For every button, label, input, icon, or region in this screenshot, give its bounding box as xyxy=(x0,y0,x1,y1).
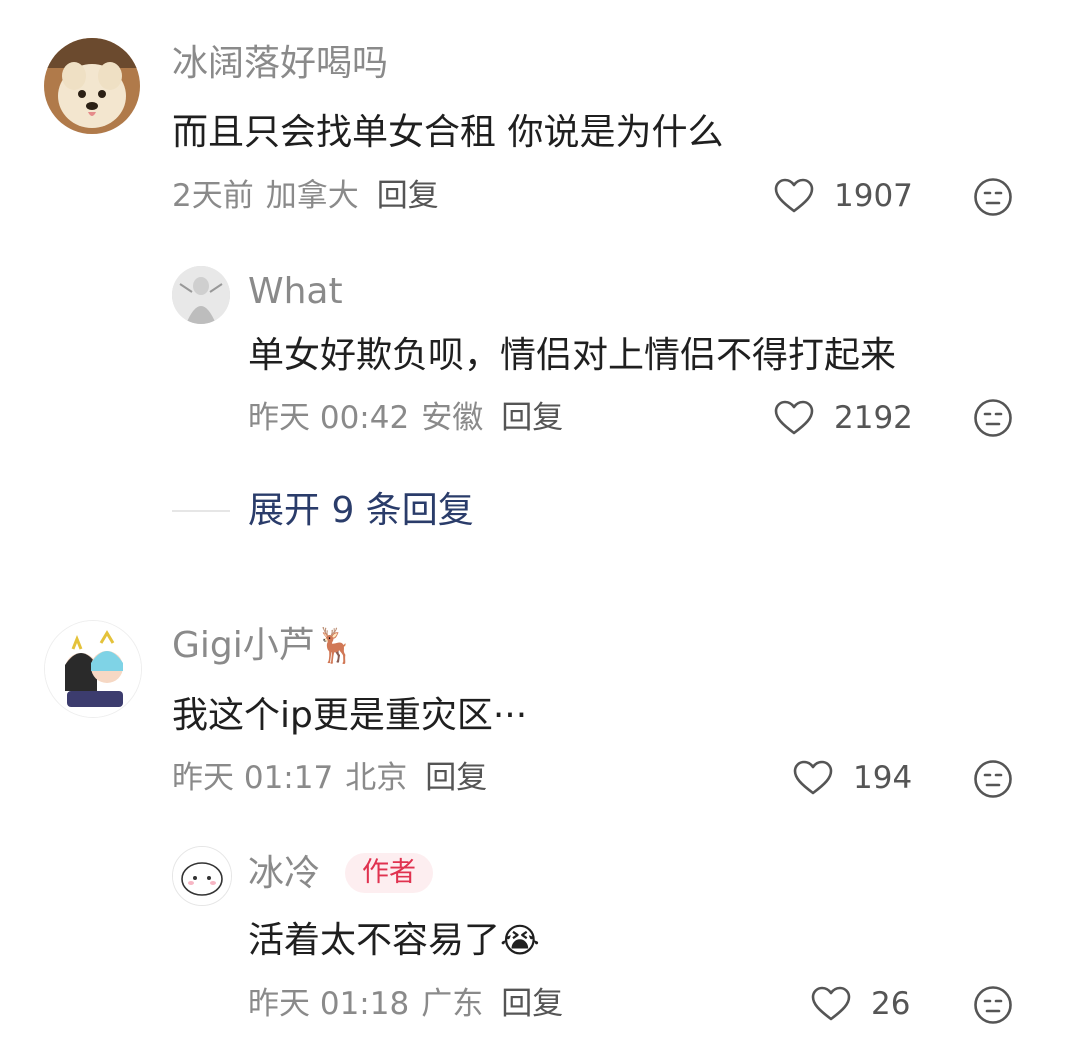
comment-username[interactable]: 冰阔落好喝吗 xyxy=(172,42,388,86)
neutral-face-icon xyxy=(974,760,1012,798)
reply-text: 单女好欺负呗，情侣对上情侣不得打起来 xyxy=(248,335,897,376)
react-button[interactable] xyxy=(973,759,1013,799)
comment-time: 昨天 01:17 xyxy=(172,760,334,796)
comment-location: 北京 xyxy=(345,760,408,796)
avatar-dog[interactable] xyxy=(44,38,140,134)
neutral-face-icon xyxy=(974,178,1012,216)
like-button[interactable]: 2192 xyxy=(774,398,913,438)
like-button[interactable]: 1907 xyxy=(774,176,913,216)
reply-button[interactable]: 回复 xyxy=(377,178,439,214)
reply-username[interactable]: What xyxy=(248,270,343,314)
neutral-face-icon xyxy=(974,399,1012,437)
reply-time: 昨天 01:18 xyxy=(248,986,410,1022)
react-button[interactable] xyxy=(973,398,1013,438)
author-badge: 作者 xyxy=(345,853,433,893)
reply-location: 安徽 xyxy=(421,400,484,436)
like-count: 194 xyxy=(853,760,913,796)
reply-button[interactable]: 回复 xyxy=(501,986,563,1022)
like-count: 26 xyxy=(871,986,911,1022)
neutral-face-icon xyxy=(974,986,1012,1024)
reply-location: 广东 xyxy=(421,986,484,1022)
heart-outline-icon xyxy=(793,760,833,795)
like-count: 1907 xyxy=(834,178,913,214)
like-button[interactable]: 194 xyxy=(793,758,912,798)
reply-meta: 昨天 00:42 安徽 回复 xyxy=(248,398,563,438)
like-count: 2192 xyxy=(834,400,913,436)
like-button[interactable]: 26 xyxy=(811,984,910,1024)
reply-text: 活着太不容易了😭 xyxy=(248,918,540,964)
reply-meta: 昨天 01:18 广东 回复 xyxy=(248,984,563,1024)
react-button[interactable] xyxy=(973,177,1013,217)
crying-emoji: 😭 xyxy=(500,921,540,961)
username-text: Gigi小芦 xyxy=(172,625,315,666)
avatar-reply-what[interactable] xyxy=(172,266,230,324)
react-button[interactable] xyxy=(973,985,1013,1025)
reply-button[interactable]: 回复 xyxy=(425,760,487,796)
avatar-author[interactable] xyxy=(172,846,232,906)
heart-outline-icon xyxy=(774,178,814,213)
expand-divider xyxy=(172,510,230,512)
reply-username[interactable]: 冰冷 xyxy=(248,852,320,896)
reply-button[interactable]: 回复 xyxy=(501,400,563,436)
comment-time: 2天前 xyxy=(172,178,254,214)
heart-outline-icon xyxy=(774,400,814,435)
reply-time: 昨天 00:42 xyxy=(248,400,410,436)
comment-text: 我这个ip更是重灾区··· xyxy=(172,695,528,736)
comment-location: 加拿大 xyxy=(265,178,359,214)
deer-emoji: 🦌 xyxy=(314,626,358,666)
expand-replies-button[interactable]: 展开 9 条回复 xyxy=(248,489,474,533)
heart-outline-icon xyxy=(811,986,851,1021)
comment-text: 而且只会找单女合租 你说是为什么 xyxy=(172,112,724,153)
reply-text-content: 活着太不容易了 xyxy=(248,920,501,961)
comment-meta: 2天前 加拿大 回复 xyxy=(172,176,439,216)
avatar-gigi[interactable] xyxy=(44,620,142,718)
comment-username[interactable]: Gigi小芦🦌 xyxy=(172,624,357,668)
comment-meta: 昨天 01:17 北京 回复 xyxy=(172,758,487,798)
